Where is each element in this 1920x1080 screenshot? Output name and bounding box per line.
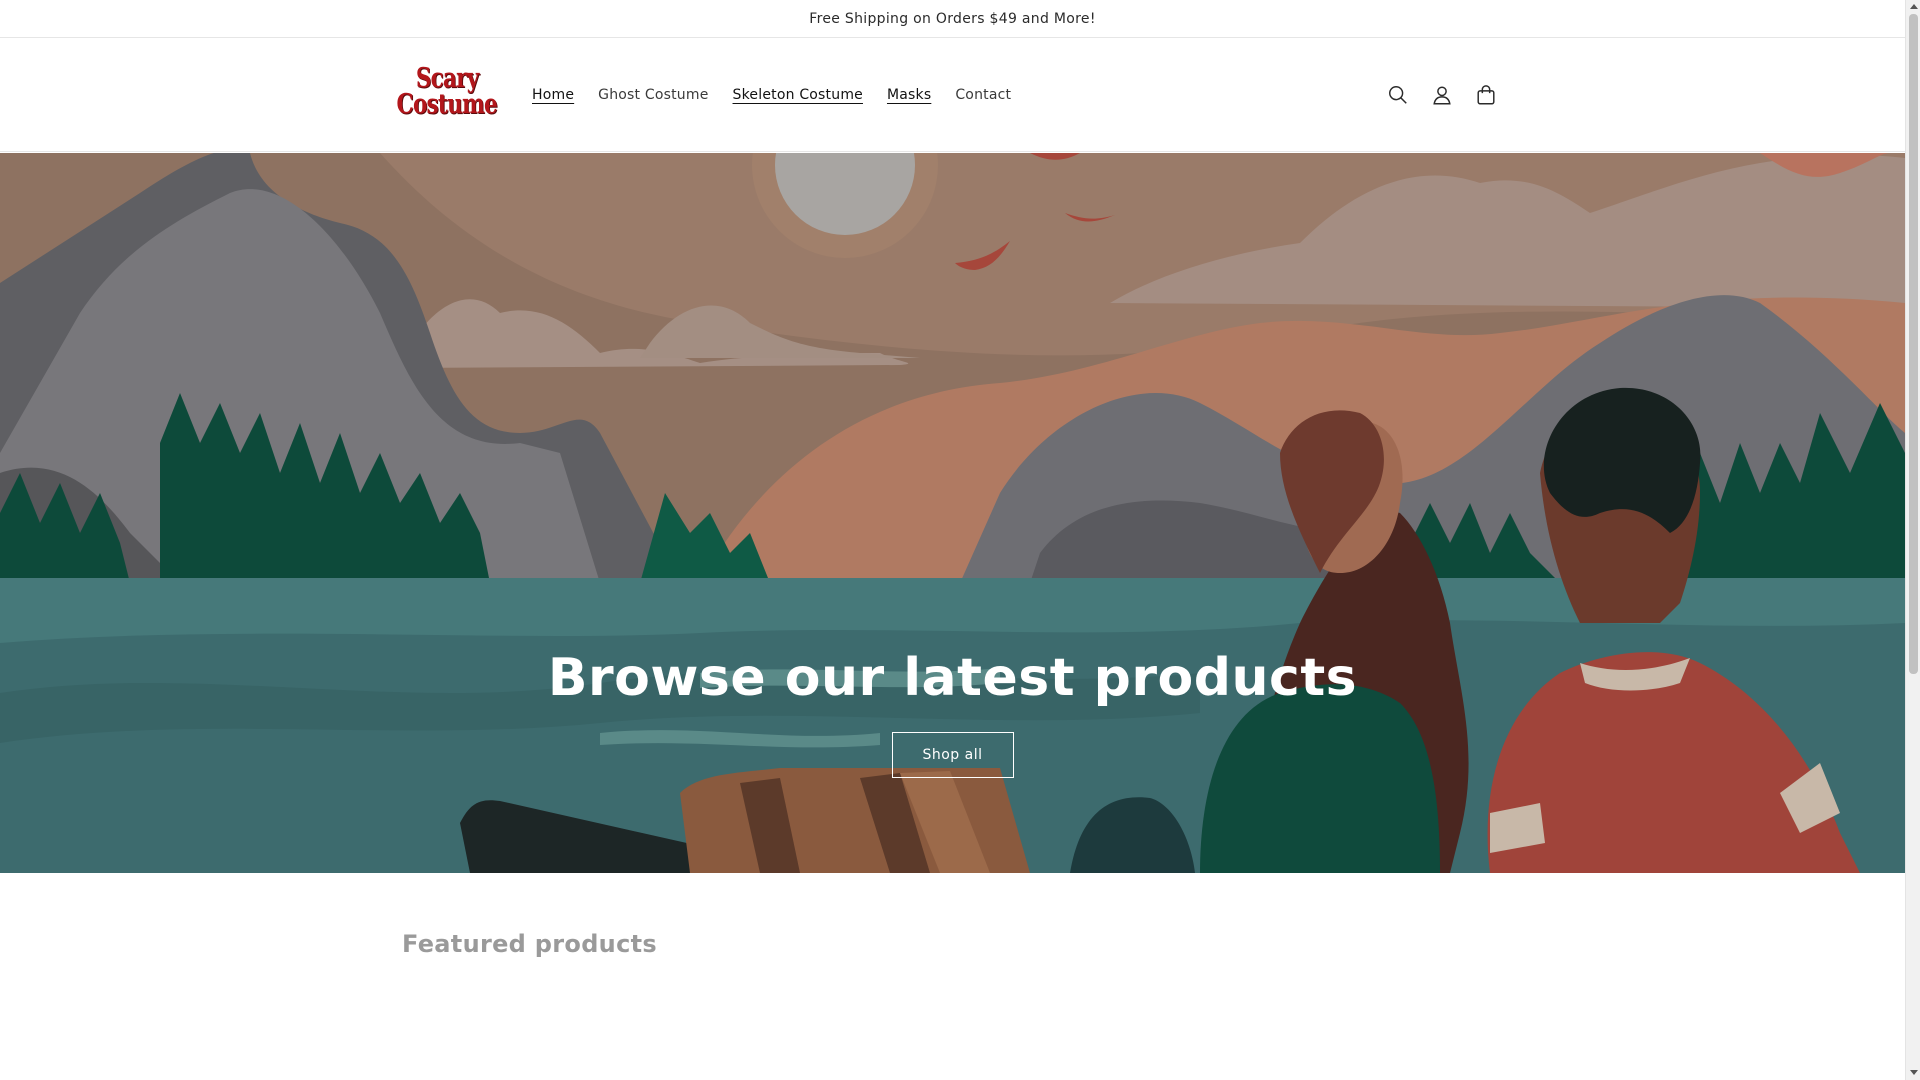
scroll-thumb[interactable]: [1909, 14, 1918, 674]
scroll-up-arrow-icon[interactable]: [1910, 4, 1918, 9]
hero-title: Browse our latest products: [547, 648, 1358, 708]
main-nav: Home Ghost Costume Skeleton Costume Mask…: [520, 38, 1023, 152]
shop-all-button[interactable]: Shop all: [891, 732, 1014, 778]
cart-icon[interactable]: [1464, 73, 1508, 117]
nav-item-ghost-costume[interactable]: Ghost Costume: [586, 87, 720, 103]
nav-item-skeleton-costume[interactable]: Skeleton Costume: [721, 87, 875, 103]
site-header: Scary Costume Home Ghost Costume Skeleto…: [0, 38, 1905, 152]
announcement-bar: Free Shipping on Orders $49 and More!: [0, 0, 1905, 38]
page-scrollbar[interactable]: [1905, 0, 1920, 1080]
nav-item-home[interactable]: Home: [520, 87, 586, 103]
search-icon[interactable]: [1376, 73, 1420, 117]
nav-item-contact[interactable]: Contact: [943, 87, 1023, 103]
page: Free Shipping on Orders $49 and More! Sc…: [0, 0, 1905, 1080]
header-icons: [1376, 38, 1508, 152]
nav-item-masks[interactable]: Masks: [875, 87, 943, 103]
featured-products-heading: Featured products: [402, 930, 657, 958]
logo-line-2: Costume: [396, 89, 498, 120]
logo[interactable]: Scary Costume: [397, 62, 498, 122]
hero-banner: Browse our latest products Shop all: [0, 153, 1905, 873]
account-icon[interactable]: [1420, 73, 1464, 117]
announcement-text: Free Shipping on Orders $49 and More!: [809, 10, 1096, 27]
scroll-down-arrow-icon[interactable]: [1910, 1070, 1918, 1075]
hero-content: Browse our latest products Shop all: [0, 153, 1905, 873]
